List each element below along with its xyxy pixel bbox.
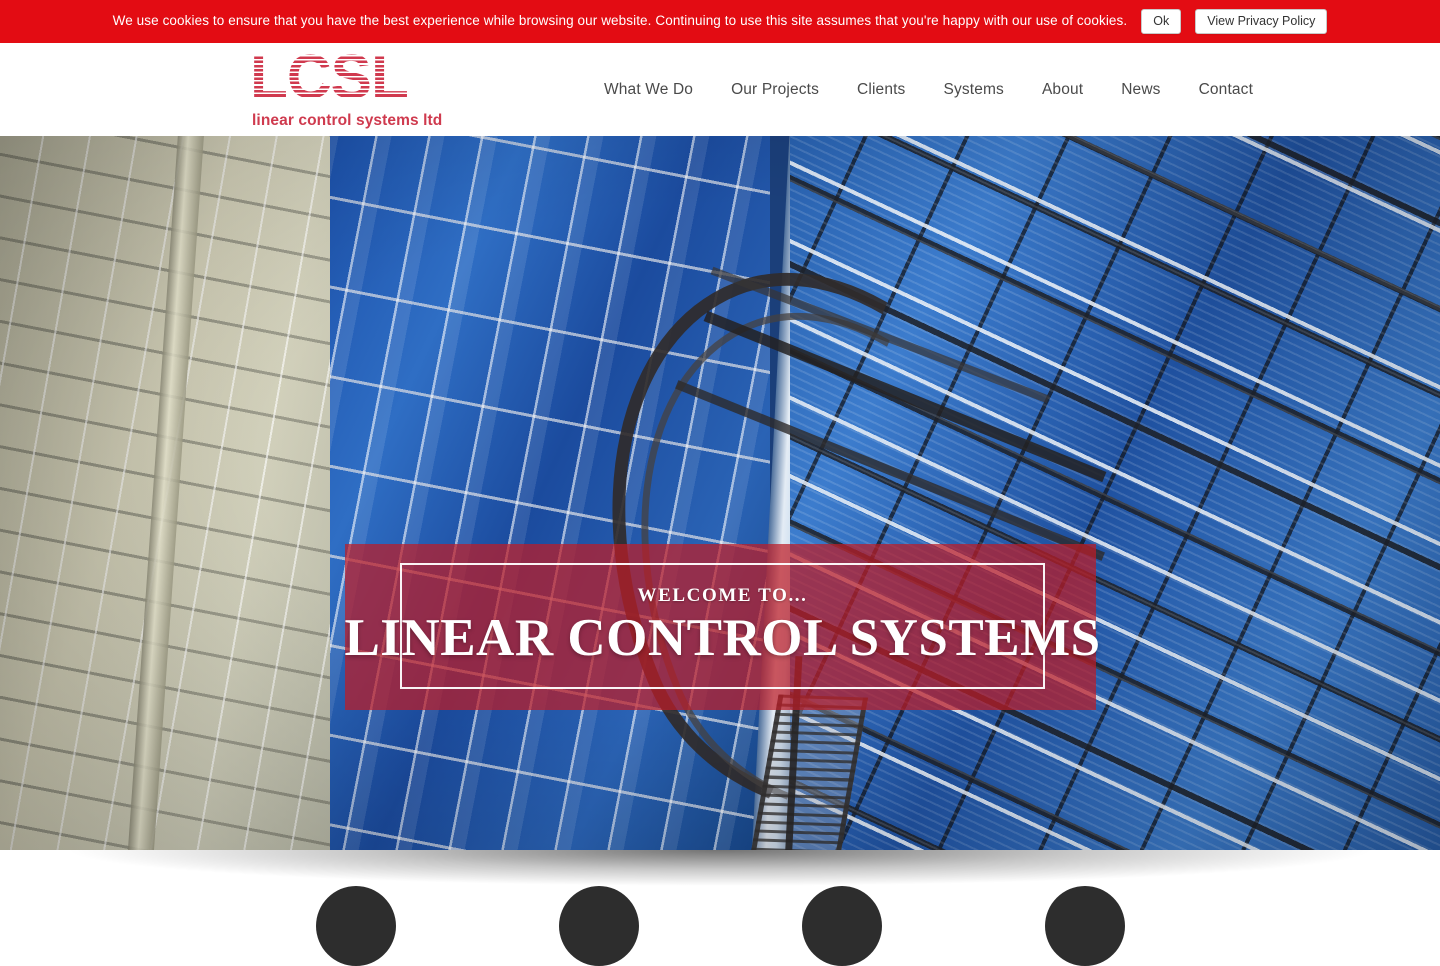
- view-privacy-policy-button[interactable]: View Privacy Policy: [1195, 8, 1328, 35]
- feature-circle-icon-3: [801, 886, 882, 966]
- hero-vignette: [0, 136, 1440, 850]
- hero-kicker-text: WELCOME TO...: [637, 584, 808, 606]
- feature-circle-icon-1: [315, 886, 396, 966]
- nav-item-contact[interactable]: Contact: [1180, 43, 1272, 136]
- hero-banner: WELCOME TO... LINEAR CONTROL SYSTEMS: [0, 136, 1440, 850]
- feature-item[interactable]: [315, 886, 396, 966]
- features-section: [0, 850, 1440, 966]
- feature-item[interactable]: [558, 886, 639, 966]
- cookie-consent-message: We use cookies to ensure that you have t…: [112, 13, 1128, 29]
- features-row: [0, 850, 1440, 966]
- feature-item[interactable]: [1044, 886, 1125, 966]
- cookie-consent-bar: We use cookies to ensure that you have t…: [0, 0, 1440, 43]
- nav-item-what-we-do[interactable]: What We Do: [585, 43, 712, 136]
- nav-item-our-projects[interactable]: Our Projects: [712, 43, 838, 136]
- nav-item-systems[interactable]: Systems: [924, 43, 1022, 136]
- nav-item-about[interactable]: About: [1023, 43, 1102, 136]
- logo-wordmark: LCSL: [250, 47, 436, 109]
- hero-caption-frame: WELCOME TO... LINEAR CONTROL SYSTEMS: [344, 563, 1100, 689]
- logo-wordmark-text: LCSL: [250, 47, 436, 109]
- feature-item[interactable]: [801, 886, 882, 966]
- site-logo[interactable]: LCSL linear control systems ltd: [250, 47, 465, 133]
- site-header: LCSL linear control systems ltd What We …: [0, 43, 1440, 136]
- logo-tagline: linear control systems ltd: [252, 112, 443, 129]
- feature-circle-icon-4: [1044, 886, 1125, 966]
- cookie-accept-button[interactable]: Ok: [1141, 8, 1182, 35]
- nav-item-clients[interactable]: Clients: [838, 43, 924, 136]
- hero-title: LINEAR CONTROL SYSTEMS: [344, 608, 1101, 667]
- main-navigation: What We Do Our Projects Clients Systems …: [585, 43, 1272, 136]
- feature-circle-icon-2: [558, 886, 639, 966]
- hero-background-image: [0, 136, 1440, 850]
- nav-item-news[interactable]: News: [1102, 43, 1179, 136]
